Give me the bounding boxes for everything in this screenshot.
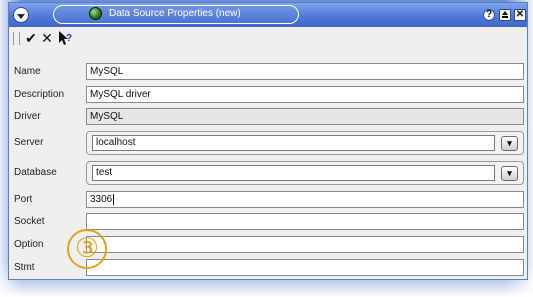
- shade-icon[interactable]: [499, 9, 511, 21]
- help-icon[interactable]: ?: [483, 9, 495, 21]
- cancel-x-icon[interactable]: ✕: [39, 30, 55, 46]
- text-cursor: [113, 193, 115, 205]
- server-combo[interactable]: localhost ▾: [86, 131, 524, 155]
- toolbar: ✔ ✕ ?: [9, 27, 527, 49]
- ok-check-icon[interactable]: ✔: [23, 30, 39, 46]
- server-dropdown-icon[interactable]: ▾: [501, 136, 518, 151]
- title-bar[interactable]: Data Source Properties (new) ? ✕: [9, 3, 527, 27]
- step-marker-annotation: ③: [67, 229, 107, 269]
- database-input[interactable]: test: [92, 165, 495, 181]
- option-label: Option: [14, 239, 44, 250]
- server-input[interactable]: localhost: [92, 135, 495, 151]
- database-combo[interactable]: test ▾: [86, 161, 524, 185]
- port-value: 3306: [90, 194, 113, 205]
- window-title: Data Source Properties (new): [109, 8, 241, 19]
- close-icon[interactable]: ✕: [514, 9, 526, 21]
- port-label: Port: [14, 194, 33, 205]
- option-field[interactable]: [86, 236, 524, 253]
- stmt-label: Stmt: [14, 262, 35, 273]
- data-source-icon: [89, 7, 102, 20]
- name-label: Name: [14, 66, 41, 77]
- driver-field: MySQL: [86, 108, 524, 125]
- svg-text:?: ?: [66, 33, 72, 44]
- database-dropdown-icon[interactable]: ▾: [501, 166, 518, 181]
- driver-label: Driver: [14, 111, 41, 122]
- socket-label: Socket: [14, 216, 45, 227]
- port-field[interactable]: 3306: [86, 191, 524, 208]
- toolbar-grip-icon[interactable]: [13, 32, 20, 45]
- window-menu-icon[interactable]: [13, 7, 29, 23]
- database-label: Database: [14, 167, 57, 178]
- description-label: Description: [14, 89, 65, 100]
- socket-field[interactable]: [86, 213, 524, 230]
- description-field[interactable]: MySQL driver: [86, 86, 524, 103]
- stmt-field[interactable]: [86, 259, 524, 276]
- server-label: Server: [14, 137, 44, 148]
- name-field[interactable]: MySQL: [86, 63, 524, 80]
- whats-this-help-icon[interactable]: ?: [57, 30, 73, 46]
